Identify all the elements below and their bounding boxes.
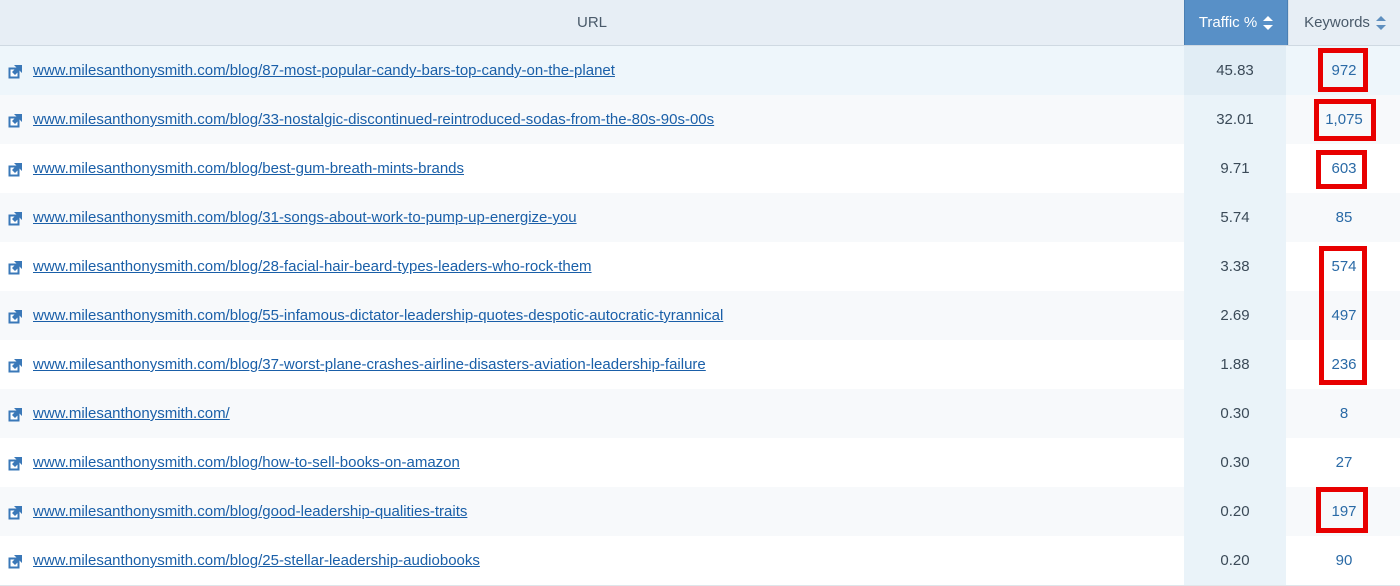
url-cell: www.milesanthonysmith.com/blog/25-stella… (0, 536, 1184, 585)
keywords-value[interactable]: 8 (1288, 389, 1400, 438)
traffic-value: 2.69 (1184, 291, 1286, 340)
table-row: www.milesanthonysmith.com/blog/37-worst-… (0, 340, 1400, 390)
external-link-icon[interactable] (8, 163, 22, 177)
external-link-icon[interactable] (8, 359, 22, 373)
external-link-icon[interactable] (8, 212, 22, 226)
external-link-icon[interactable] (8, 506, 22, 520)
url-cell: www.milesanthonysmith.com/blog/28-facial… (0, 242, 1184, 291)
table-row: www.milesanthonysmith.com/blog/33-nostal… (0, 95, 1400, 145)
highlight-box (1316, 487, 1368, 533)
external-link-icon[interactable] (8, 65, 22, 79)
top-pages-table: URL Traffic % Keywords www.milesanthonys… (0, 0, 1400, 586)
table-row: www.milesanthonysmith.com/0.30 8 (0, 389, 1400, 439)
external-link-icon[interactable] (8, 114, 22, 128)
keywords-value[interactable]: 27 (1288, 438, 1400, 487)
table-row: www.milesanthonysmith.com/blog/good-lead… (0, 487, 1400, 537)
url-cell: www.milesanthonysmith.com/blog/37-worst-… (0, 340, 1184, 389)
column-header-url: URL (0, 0, 1184, 45)
url-link[interactable]: www.milesanthonysmith.com/blog/28-facial… (33, 242, 592, 291)
url-link[interactable]: www.milesanthonysmith.com/blog/87-most-p… (33, 46, 615, 95)
url-cell: www.milesanthonysmith.com/blog/31-songs-… (0, 193, 1184, 242)
external-link-icon[interactable] (8, 457, 22, 471)
keywords-value[interactable]: 90 (1288, 536, 1400, 585)
external-link-icon[interactable] (8, 310, 22, 324)
url-cell: www.milesanthonysmith.com/blog/55-infamo… (0, 291, 1184, 340)
column-header-keywords-sort[interactable]: Keywords (1288, 0, 1400, 45)
table-row: www.milesanthonysmith.com/blog/31-songs-… (0, 193, 1400, 243)
url-cell: www.milesanthonysmith.com/blog/33-nostal… (0, 95, 1184, 144)
column-header-traffic-sort[interactable]: Traffic % (1184, 0, 1288, 45)
url-link[interactable]: www.milesanthonysmith.com/ (33, 389, 230, 438)
external-link-icon[interactable] (8, 261, 22, 275)
sort-arrows-icon (1375, 16, 1386, 31)
highlight-box (1319, 246, 1367, 385)
traffic-value: 1.88 (1184, 340, 1286, 389)
traffic-value: 3.38 (1184, 242, 1286, 291)
external-link-icon[interactable] (8, 408, 22, 422)
url-link[interactable]: www.milesanthonysmith.com/blog/25-stella… (33, 536, 480, 585)
url-cell: www.milesanthonysmith.com/ (0, 389, 1184, 438)
url-cell: www.milesanthonysmith.com/blog/how-to-se… (0, 438, 1184, 487)
url-link[interactable]: www.milesanthonysmith.com/blog/best-gum-… (33, 144, 464, 193)
traffic-value: 5.74 (1184, 193, 1286, 242)
traffic-value: 45.83 (1184, 46, 1286, 95)
highlight-box (1318, 48, 1368, 92)
table-row: www.milesanthonysmith.com/blog/55-infamo… (0, 291, 1400, 341)
highlight-box (1314, 99, 1376, 141)
url-link[interactable]: www.milesanthonysmith.com/blog/31-songs-… (33, 193, 577, 242)
column-header-url-label: URL (576, 14, 607, 31)
url-cell: www.milesanthonysmith.com/blog/87-most-p… (0, 46, 1184, 95)
table-row: www.milesanthonysmith.com/blog/87-most-p… (0, 46, 1400, 96)
traffic-value: 0.20 (1184, 487, 1286, 536)
traffic-value: 0.30 (1184, 438, 1286, 487)
sort-arrows-icon (1263, 16, 1274, 31)
keywords-value[interactable]: 85 (1288, 193, 1400, 242)
url-link[interactable]: www.milesanthonysmith.com/blog/33-nostal… (33, 95, 714, 144)
table-row: www.milesanthonysmith.com/blog/how-to-se… (0, 438, 1400, 488)
traffic-value: 9.71 (1184, 144, 1286, 193)
url-link[interactable]: www.milesanthonysmith.com/blog/good-lead… (33, 487, 467, 536)
table-header: URL Traffic % Keywords (0, 0, 1400, 46)
traffic-value: 0.20 (1184, 536, 1286, 585)
url-link[interactable]: www.milesanthonysmith.com/blog/55-infamo… (33, 291, 723, 340)
table-row: www.milesanthonysmith.com/blog/best-gum-… (0, 144, 1400, 194)
traffic-value: 0.30 (1184, 389, 1286, 438)
url-link[interactable]: www.milesanthonysmith.com/blog/37-worst-… (33, 340, 706, 389)
table-row: www.milesanthonysmith.com/blog/25-stella… (0, 536, 1400, 586)
url-cell: www.milesanthonysmith.com/blog/best-gum-… (0, 144, 1184, 193)
table-row: www.milesanthonysmith.com/blog/28-facial… (0, 242, 1400, 292)
highlight-box (1316, 150, 1367, 189)
column-header-keywords-label: Keywords (1304, 14, 1370, 31)
url-link[interactable]: www.milesanthonysmith.com/blog/how-to-se… (33, 438, 460, 487)
column-header-traffic-label: Traffic % (1198, 14, 1258, 31)
traffic-value: 32.01 (1184, 95, 1286, 144)
url-cell: www.milesanthonysmith.com/blog/good-lead… (0, 487, 1184, 536)
external-link-icon[interactable] (8, 555, 22, 569)
